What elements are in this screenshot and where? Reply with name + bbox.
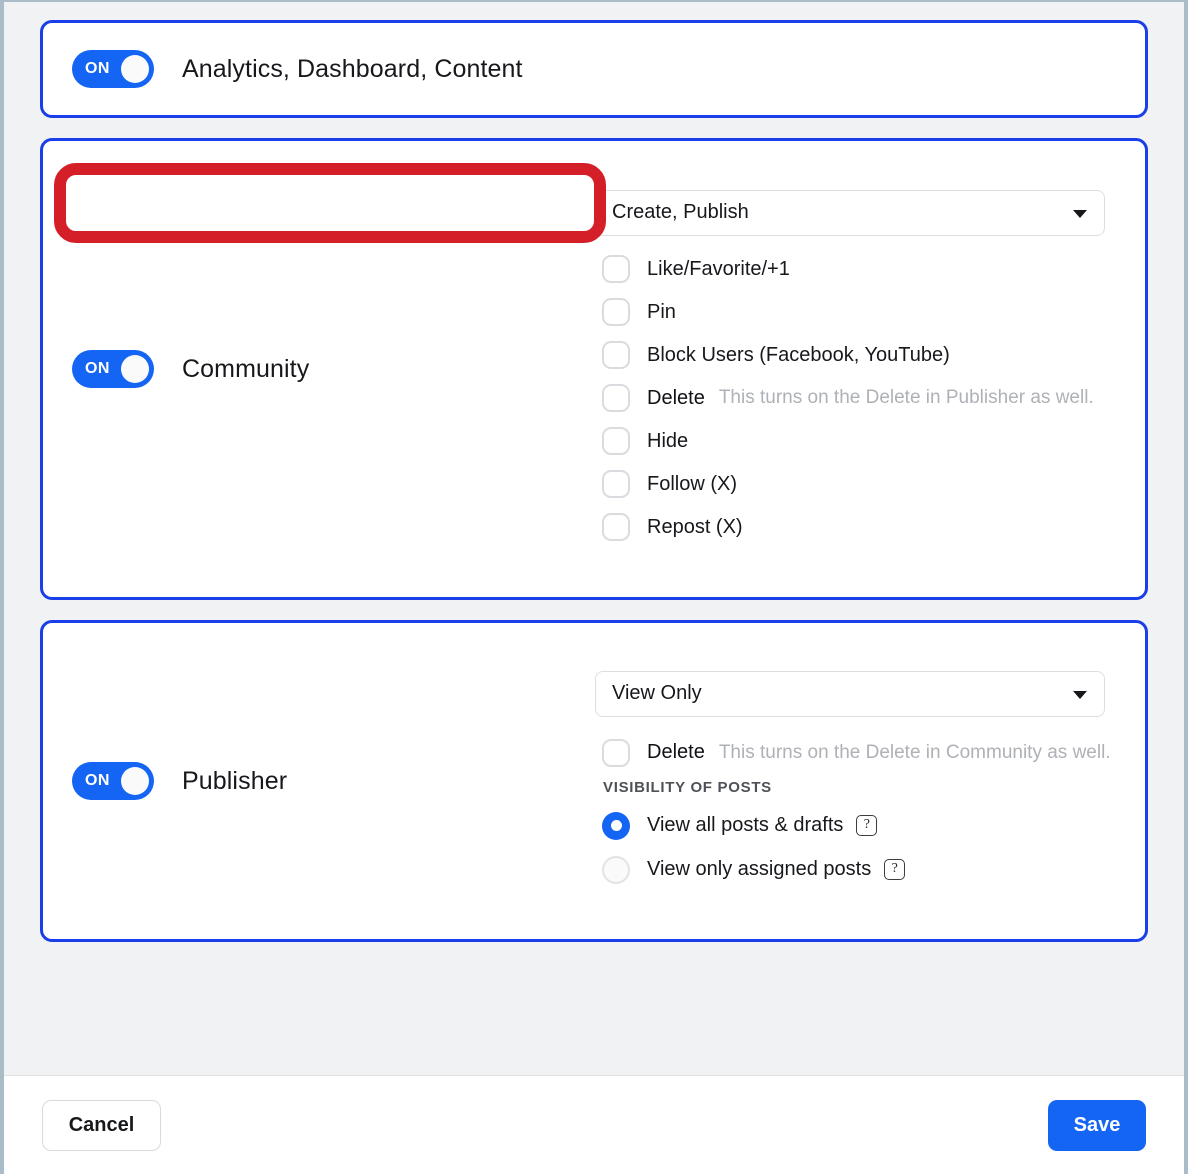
card-analytics: ON Analytics, Dashboard, Content	[40, 20, 1148, 118]
checkbox-icon[interactable]	[602, 341, 630, 369]
toggle-publisher[interactable]: ON	[72, 762, 154, 800]
card-title-publisher: Publisher	[182, 766, 288, 795]
checkbox-icon[interactable]	[602, 513, 630, 541]
community-option-list: Like/Favorite/+1 Pin Block Users (Facebo…	[595, 248, 1107, 549]
checkbox-icon[interactable]	[602, 470, 630, 498]
chevron-down-icon	[1073, 209, 1087, 218]
toggle-knob-icon	[121, 767, 149, 795]
checkbox-row-hide[interactable]: Hide	[595, 420, 1107, 463]
checkbox-row-like-favorite[interactable]: Like/Favorite/+1	[595, 248, 1107, 291]
card-community: ON Community Create, Publish Like/Favori…	[40, 138, 1148, 600]
checkbox-label: Hide	[647, 429, 689, 452]
checkbox-row-follow[interactable]: Follow (X)	[595, 463, 1107, 506]
checkbox-icon[interactable]	[602, 255, 630, 283]
chevron-down-icon	[1073, 690, 1087, 699]
checkbox-row-publisher-delete[interactable]: Delete This turns on the Delete in Commu…	[595, 731, 1111, 775]
checkbox-label: Repost (X)	[647, 515, 743, 538]
checkbox-icon[interactable]	[602, 427, 630, 455]
checkbox-label: Block Users (Facebook, YouTube)	[647, 343, 950, 366]
dialog-footer: Cancel Save	[4, 1075, 1184, 1174]
help-question-icon[interactable]: ?	[884, 859, 906, 880]
permissions-settings-panel: ON Analytics, Dashboard, Content ON Comm…	[0, 0, 1188, 1174]
toggle-community[interactable]: ON	[72, 350, 154, 388]
checkbox-label: Delete	[647, 386, 705, 409]
checkbox-row-pin[interactable]: Pin	[595, 291, 1107, 334]
card-title-analytics: Analytics, Dashboard, Content	[182, 54, 523, 83]
checkbox-row-repost[interactable]: Repost (X)	[595, 506, 1107, 549]
radio-row-view-assigned-posts[interactable]: View only assigned posts ?	[595, 848, 1111, 892]
card-publisher: ON Publisher View Only Delete This turns…	[40, 620, 1148, 942]
select-community-permission[interactable]: Create, Publish	[595, 189, 1105, 236]
checkbox-label: Pin	[647, 300, 676, 323]
cancel-button[interactable]: Cancel	[42, 1099, 161, 1151]
checkbox-row-block-users[interactable]: Block Users (Facebook, YouTube)	[595, 334, 1107, 377]
radio-label: View all posts & drafts	[647, 814, 844, 836]
toggle-knob-icon	[121, 355, 149, 383]
settings-content-area: ON Analytics, Dashboard, Content ON Comm…	[4, 2, 1184, 1075]
section-label-visibility: VISIBILITY OF POSTS	[603, 778, 772, 796]
save-button[interactable]: Save	[1048, 1099, 1146, 1151]
select-value: View Only	[612, 682, 702, 704]
checkbox-icon[interactable]	[602, 298, 630, 326]
checkbox-label: Delete	[647, 741, 705, 763]
toggle-state-label: ON	[85, 360, 110, 377]
checkbox-icon[interactable]	[602, 738, 630, 767]
toggle-knob-icon	[121, 55, 149, 83]
checkbox-icon[interactable]	[602, 384, 630, 412]
radio-row-view-all-posts[interactable]: View all posts & drafts ?	[595, 804, 1111, 848]
radio-label: View only assigned posts	[647, 858, 872, 880]
radio-icon-selected[interactable]	[602, 811, 630, 840]
toggle-state-label: ON	[85, 60, 110, 77]
checkbox-hint-text: This turns on the Delete in Publisher as…	[718, 387, 1094, 408]
toggle-state-label: ON	[85, 772, 110, 789]
help-question-icon[interactable]: ?	[856, 815, 878, 836]
checkbox-label: Like/Favorite/+1	[647, 257, 790, 280]
select-publisher-permission[interactable]: View Only	[595, 670, 1105, 717]
radio-icon[interactable]	[602, 855, 630, 884]
checkbox-label: Follow (X)	[647, 472, 738, 495]
checkbox-hint-text: This turns on the Delete in Community as…	[718, 741, 1111, 763]
toggle-analytics[interactable]: ON	[72, 50, 154, 88]
select-value: Create, Publish	[612, 201, 749, 223]
card-title-community: Community	[182, 354, 310, 383]
checkbox-row-delete[interactable]: Delete This turns on the Delete in Publi…	[595, 377, 1107, 420]
